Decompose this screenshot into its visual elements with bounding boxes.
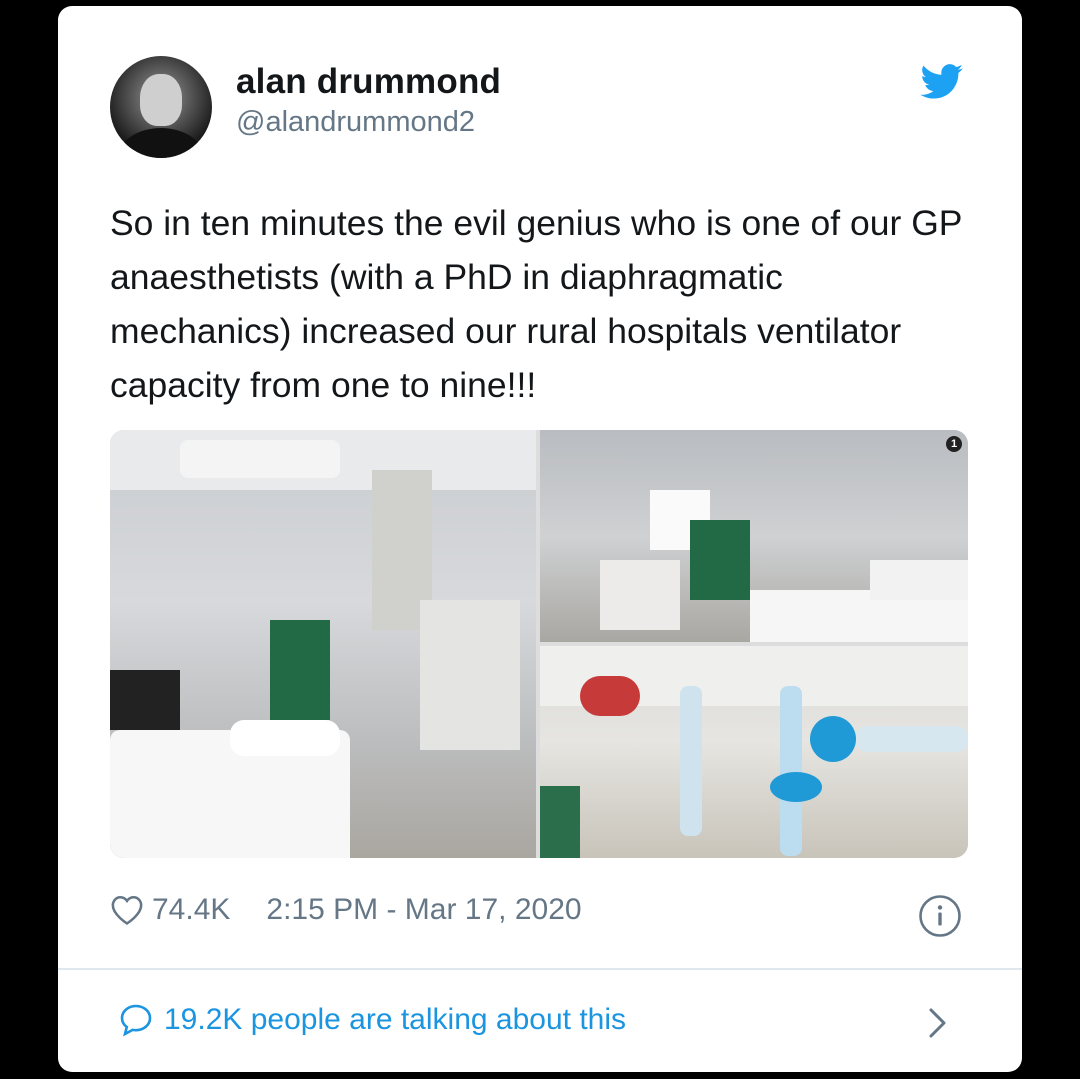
media-photo-tubing[interactable]	[540, 646, 968, 858]
twitter-bird-icon[interactable]	[920, 64, 964, 100]
author-name[interactable]: alan drummond	[236, 62, 501, 102]
tweet-card[interactable]: alan drummond @alandrummond2 So in ten m…	[58, 6, 1022, 1072]
conversation-link[interactable]: 19.2K people are talking about this	[118, 1000, 626, 1040]
author-handle[interactable]: @alandrummond2	[236, 106, 475, 139]
avatar[interactable]	[110, 56, 212, 158]
media-photo-operating-room[interactable]	[110, 430, 536, 858]
media-photo-equipment[interactable]: 1	[540, 430, 968, 642]
tweet-meta: 74.4K 2:15 PM - Mar 17, 2020	[110, 890, 582, 930]
tweet-text: So in ten minutes the evil genius who is…	[110, 203, 962, 405]
media-count-badge: 1	[946, 436, 962, 452]
divider	[58, 968, 1022, 970]
conversation-text: 19.2K people are talking about this	[164, 1003, 626, 1036]
info-icon[interactable]	[918, 894, 962, 938]
chevron-right-icon[interactable]	[926, 1006, 950, 1040]
speech-bubble-icon	[120, 1004, 152, 1037]
tweet-timestamp[interactable]: 2:15 PM - Mar 17, 2020	[266, 893, 581, 927]
heart-icon[interactable]	[110, 894, 144, 926]
avatar-shoulders	[118, 128, 204, 158]
media-grid[interactable]: 1	[110, 430, 968, 858]
avatar-face	[140, 74, 182, 126]
like-count[interactable]: 74.4K	[152, 893, 230, 927]
